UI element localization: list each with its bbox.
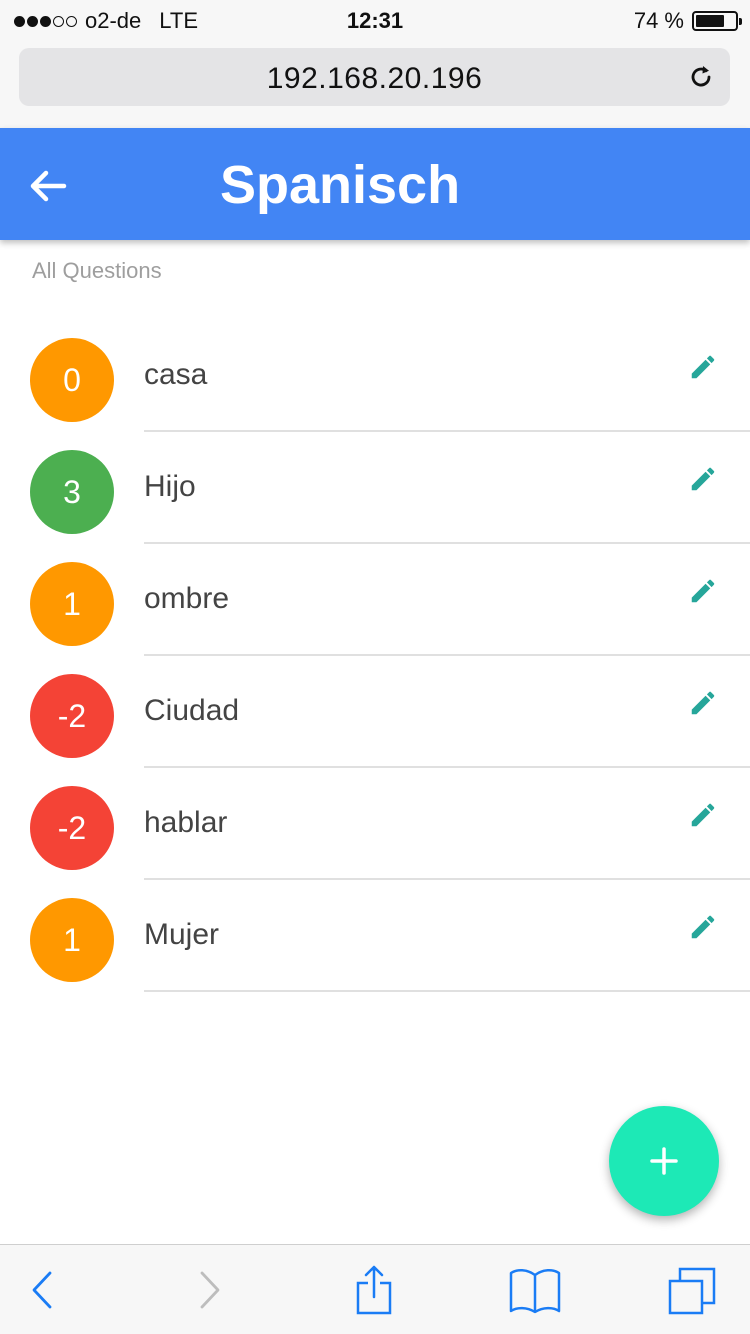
question-word: Hijo — [144, 470, 196, 503]
question-word: Mujer — [144, 918, 220, 951]
pencil-icon[interactable] — [688, 688, 718, 718]
bookmarks-icon[interactable] — [507, 1265, 563, 1315]
address-bar[interactable]: 192.168.20.196 — [19, 48, 730, 106]
list-item[interactable]: -2 hablar — [0, 768, 750, 880]
question-list: 0 casa 3 Hijo 1 ombre -2 Ciudad -2 hablar 1 Mujer — [0, 320, 750, 992]
battery-level — [696, 15, 725, 27]
chevron-left-icon[interactable] — [14, 1265, 70, 1315]
add-question-button[interactable] — [609, 1106, 719, 1216]
reload-icon[interactable] — [686, 62, 716, 92]
browser-address-area: 192.168.20.196 — [0, 40, 750, 128]
chevron-right-icon[interactable] — [182, 1265, 238, 1315]
page-title: Spanisch — [220, 155, 461, 215]
score-badge: 1 — [30, 562, 114, 646]
score-badge: -2 — [30, 674, 114, 758]
score-badge: -2 — [30, 786, 114, 870]
divider — [144, 990, 750, 992]
list-item[interactable]: -2 Ciudad — [0, 656, 750, 768]
pencil-icon[interactable] — [688, 576, 718, 606]
question-word: ombre — [144, 582, 230, 615]
question-word: hablar — [144, 806, 228, 839]
battery-icon — [692, 11, 742, 31]
score-badge: 3 — [30, 450, 114, 534]
score-badge: 1 — [30, 898, 114, 982]
status-bar: o2-de LTE 12:31 74 % — [0, 0, 750, 40]
question-word: casa — [144, 358, 208, 391]
score-badge: 0 — [30, 338, 114, 422]
list-item[interactable]: 1 Mujer — [0, 880, 750, 992]
list-item[interactable]: 0 casa — [0, 320, 750, 432]
browser-toolbar — [0, 1244, 750, 1334]
pencil-icon[interactable] — [688, 800, 718, 830]
app-header: Spanisch — [0, 128, 750, 240]
battery-percent: 74 % — [633, 8, 684, 33]
tabs-icon[interactable] — [664, 1265, 720, 1315]
section-label: All Questions — [32, 258, 162, 283]
pencil-icon[interactable] — [688, 464, 718, 494]
list-item[interactable]: 3 Hijo — [0, 432, 750, 544]
status-right: 74 % — [633, 8, 742, 34]
plus-icon — [650, 1147, 678, 1175]
pencil-icon[interactable] — [688, 352, 718, 382]
arrow-back-icon[interactable] — [26, 164, 70, 208]
pencil-icon[interactable] — [688, 912, 718, 942]
share-icon[interactable] — [346, 1265, 402, 1315]
question-word: Ciudad — [144, 694, 240, 727]
list-item[interactable]: 1 ombre — [0, 544, 750, 656]
url-text[interactable]: 192.168.20.196 — [19, 62, 730, 96]
